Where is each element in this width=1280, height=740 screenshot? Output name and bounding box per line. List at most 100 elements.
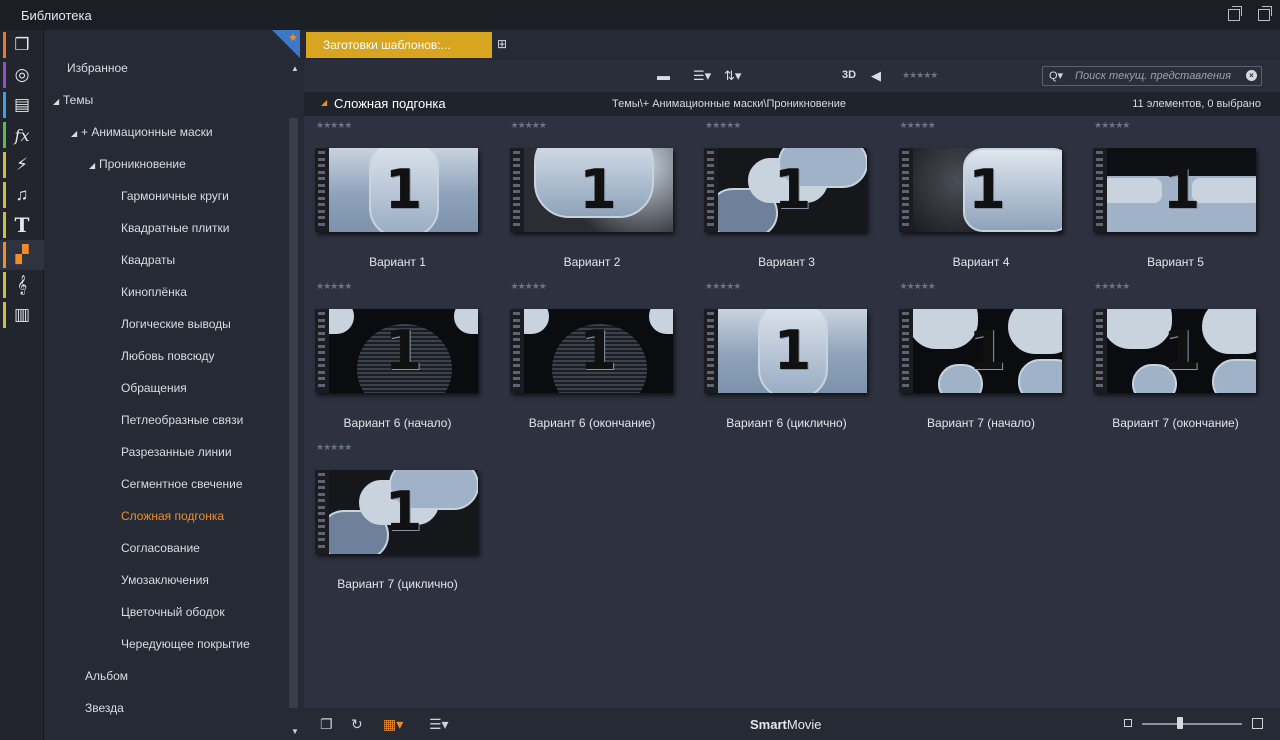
item-rating-stars[interactable]: ★★★★★ xyxy=(316,281,352,292)
template-thumbnail[interactable]: 1 xyxy=(898,148,1062,232)
tree-item[interactable]: Умозаключения xyxy=(121,570,209,590)
tree-item-label: Цветочный ободок xyxy=(121,605,225,619)
item-rating-stars[interactable]: ★★★★★ xyxy=(1094,120,1130,131)
scroll-down-arrow-icon[interactable]: ▼ xyxy=(291,727,299,736)
template-thumbnail[interactable]: 1 xyxy=(315,309,478,393)
item-rating-stars[interactable]: ★★★★★ xyxy=(900,281,936,292)
undock-icon[interactable] xyxy=(1228,6,1242,21)
thumbnail-item[interactable]: ★★★★★ 1 Вариант 3 xyxy=(694,118,874,278)
rail-item-montage-templates[interactable]: ▞ xyxy=(0,240,44,270)
thumbnail-item[interactable]: ★★★★★ 1 Вариант 7 (циклично) xyxy=(305,440,485,600)
tree-item[interactable]: ◢ Темы xyxy=(53,90,93,110)
grid-view-icon[interactable]: ▦▾ xyxy=(383,716,403,733)
template-thumbnail[interactable]: 1 xyxy=(898,309,1062,393)
details-view-icon[interactable]: ☰▾ xyxy=(429,716,449,733)
tree-item[interactable]: Петлеобразные связи xyxy=(121,410,243,430)
tree-item[interactable]: Согласование xyxy=(121,538,200,558)
tree-scrollbar[interactable] xyxy=(289,118,298,708)
thumbnail-size-slider[interactable] xyxy=(1142,723,1242,725)
thumbnail-item[interactable]: ★★★★★ 1 Вариант 2 xyxy=(500,118,680,278)
rail-item-film-reel[interactable]: ◎ xyxy=(0,60,44,90)
rating-filter[interactable]: ★★★★★ xyxy=(902,70,938,81)
tree-item[interactable]: Квадраты xyxy=(121,250,175,270)
template-thumbnail[interactable]: 1 xyxy=(704,309,867,393)
tree-item[interactable]: Обращения xyxy=(121,378,187,398)
item-rating-stars[interactable]: ★★★★★ xyxy=(511,281,547,292)
rail-item-title-text[interactable]: T xyxy=(0,210,44,240)
rail-item-lightning[interactable]: ⚡ xyxy=(0,150,44,180)
item-rating-stars[interactable]: ★★★★★ xyxy=(900,120,936,131)
thumbnail-art: 1 xyxy=(718,309,867,393)
rail-color-stripe xyxy=(3,92,6,118)
clear-search-icon[interactable]: × xyxy=(1246,70,1257,81)
rail-item-treble-clef[interactable]: 𝄞 xyxy=(0,270,44,300)
thumbnail-item[interactable]: ★★★★★ 1 Вариант 1 xyxy=(305,118,485,278)
item-rating-stars[interactable]: ★★★★★ xyxy=(316,120,352,131)
item-rating-stars[interactable]: ★★★★★ xyxy=(705,281,741,292)
copy-icon[interactable]: ❐ xyxy=(320,716,333,733)
template-thumbnail[interactable]: 1 xyxy=(509,309,673,393)
restore-window-icon[interactable] xyxy=(1258,6,1272,21)
small-thumbnails-icon[interactable] xyxy=(1124,719,1132,727)
tag-icon[interactable]: ◀ xyxy=(871,68,881,84)
tab-templates[interactable]: Заготовки шаблонов:... xyxy=(306,32,492,58)
pin-corner[interactable]: ★ xyxy=(272,30,300,58)
tree-item[interactable]: Альбом xyxy=(85,666,128,686)
rail-item-photos[interactable]: ▤ xyxy=(0,90,44,120)
thumbnail-art: 1 xyxy=(523,148,673,232)
smartmovie-button[interactable]: SmartMovie xyxy=(750,717,822,732)
search-field[interactable]: Q▾ Поиск текущ. представления × xyxy=(1042,66,1262,86)
collapse-caret-icon[interactable]: ◢ xyxy=(321,98,327,107)
rail-item-music-note[interactable]: ♫ xyxy=(0,180,44,210)
scroll-up-arrow-icon[interactable]: ▲ xyxy=(291,64,299,73)
tree-item[interactable]: ◢ Проникновение xyxy=(89,154,186,174)
thumbnail-item[interactable]: ★★★★★ 1 Вариант 5 xyxy=(1083,118,1263,278)
tree-item[interactable]: ◢ + Анимационные маски xyxy=(71,122,213,142)
item-rating-stars[interactable]: ★★★★★ xyxy=(705,120,741,131)
tree-item[interactable]: Разрезанные линии xyxy=(121,442,232,462)
tree-item[interactable]: Киноплёнка xyxy=(121,282,187,302)
thumbnail-item[interactable]: ★★★★★ 1 Вариант 6 (циклично) xyxy=(694,279,874,439)
tree-item[interactable]: Избранное xyxy=(67,58,128,78)
3d-filter-button[interactable]: 3D xyxy=(842,69,856,81)
expand-caret-icon[interactable]: ◢ xyxy=(89,156,99,176)
template-thumbnail[interactable]: 1 xyxy=(315,148,478,232)
sort-icon[interactable]: ⇅▾ xyxy=(724,68,741,84)
folder-icon[interactable]: ▬ xyxy=(657,68,670,83)
template-thumbnail[interactable]: 1 xyxy=(1093,148,1256,232)
template-thumbnail[interactable]: 1 xyxy=(315,470,478,554)
list-view-icon[interactable]: ☰▾ xyxy=(693,68,711,84)
tree-item[interactable]: Логические выводы xyxy=(121,314,231,334)
thumbnail-item[interactable]: ★★★★★ 1 Вариант 7 (окончание) xyxy=(1083,279,1263,439)
item-rating-stars[interactable]: ★★★★★ xyxy=(511,120,547,131)
rail-item-fx[interactable]: fx xyxy=(0,120,44,150)
tree-item[interactable]: Сложная подгонка xyxy=(121,506,224,526)
large-thumbnails-icon[interactable] xyxy=(1252,718,1263,729)
tree-item[interactable]: Сегментное свечение xyxy=(121,474,243,494)
thumbnail-item[interactable]: ★★★★★ 1 Вариант 4 xyxy=(889,118,1069,278)
template-thumbnail[interactable]: 1 xyxy=(1093,309,1256,393)
expand-caret-icon[interactable]: ◢ xyxy=(71,124,81,144)
template-thumbnail[interactable]: 1 xyxy=(704,148,867,232)
item-rating-stars[interactable]: ★★★★★ xyxy=(316,442,352,453)
tree-item[interactable]: Чередующее покрытие xyxy=(121,634,250,654)
tree-item[interactable]: Гармоничные круги xyxy=(121,186,229,206)
refresh-icon[interactable]: ↻ xyxy=(351,716,363,733)
thumbnail-label: Вариант 7 (начало) xyxy=(927,416,1035,430)
template-thumbnail[interactable]: 1 xyxy=(509,148,673,232)
thumbnail-item[interactable]: ★★★★★ 1 Вариант 6 (окончание) xyxy=(500,279,680,439)
rail-item-layers[interactable]: ❒ xyxy=(0,30,44,60)
thumbnail-item[interactable]: ★★★★★ 1 Вариант 7 (начало) xyxy=(889,279,1069,439)
slider-thumb[interactable] xyxy=(1177,717,1183,729)
add-tab-icon[interactable]: ⊞ xyxy=(497,37,507,51)
item-rating-stars[interactable]: ★★★★★ xyxy=(1094,281,1130,292)
tree-item[interactable]: Любовь повсюду xyxy=(121,346,215,366)
tree-item[interactable]: Квадратные плитки xyxy=(121,218,229,238)
search-icon[interactable]: Q▾ xyxy=(1049,69,1063,82)
expand-caret-icon[interactable]: ◢ xyxy=(53,92,63,112)
tree-item[interactable]: Цветочный ободок xyxy=(121,602,225,622)
tree-item-label: Квадраты xyxy=(121,253,176,267)
thumbnail-item[interactable]: ★★★★★ 1 Вариант 6 (начало) xyxy=(305,279,485,439)
rail-item-piano-keys[interactable]: ▥ xyxy=(0,300,44,330)
tree-item[interactable]: Звезда xyxy=(85,698,124,718)
